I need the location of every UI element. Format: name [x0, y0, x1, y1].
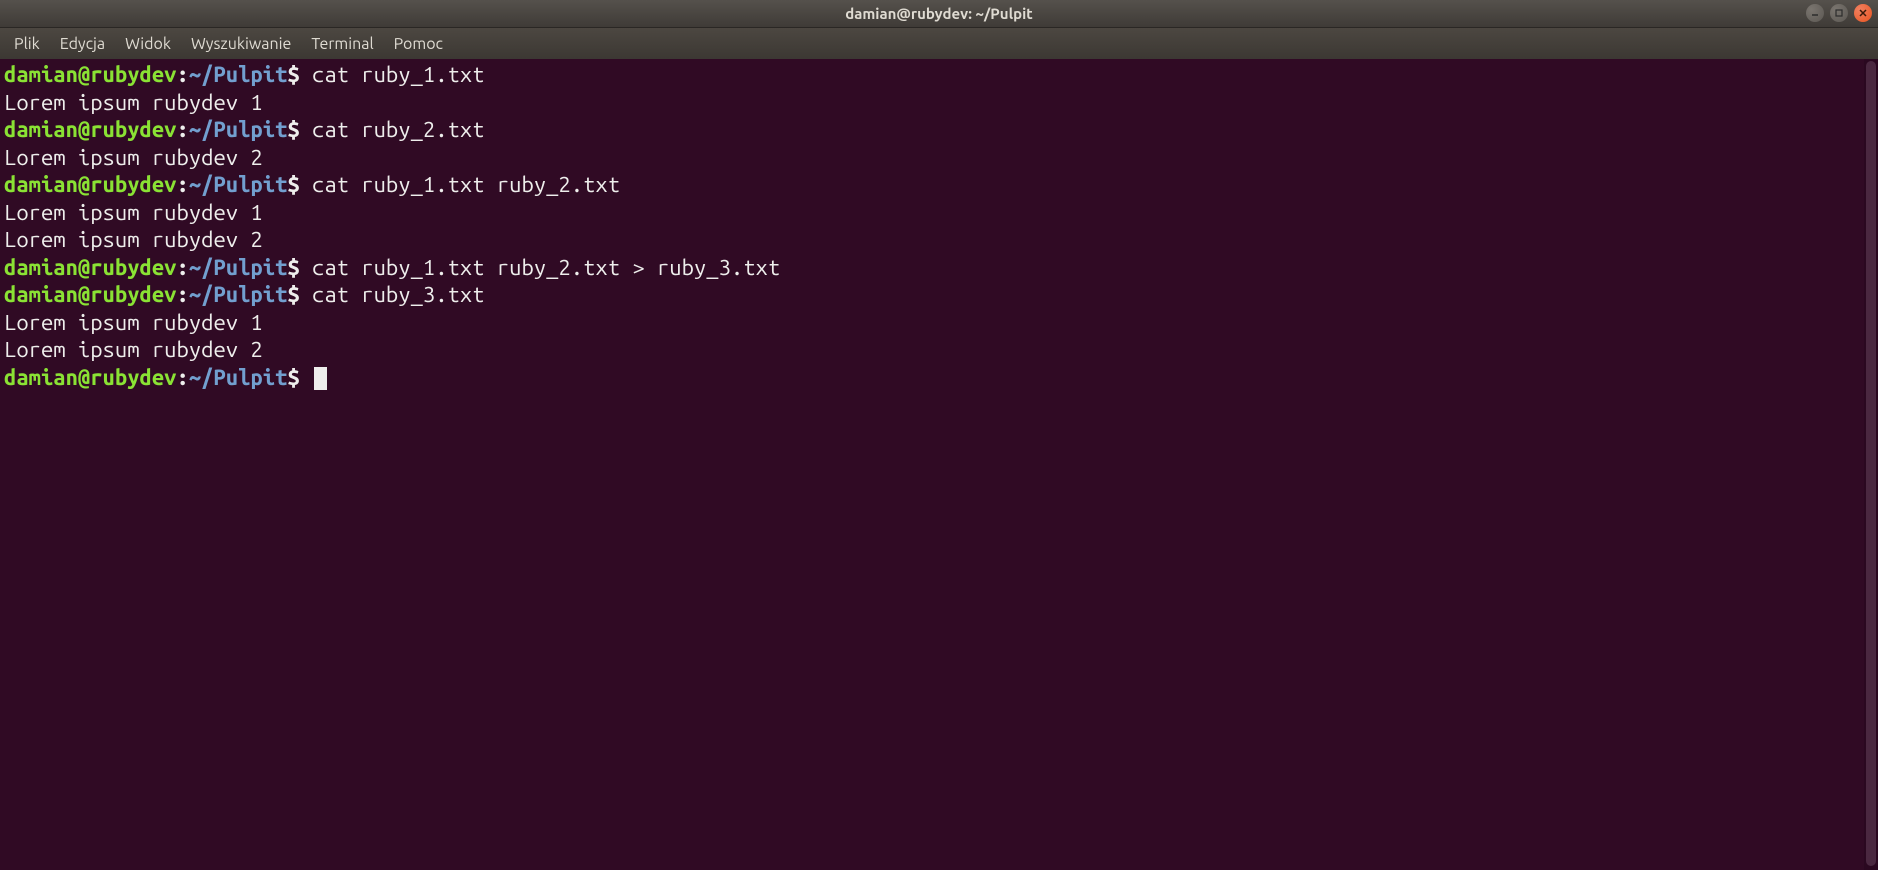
prompt-path: ~/Pulpit [189, 172, 288, 197]
menubar: Plik Edycja Widok Wyszukiwanie Terminal … [0, 28, 1878, 59]
prompt-symbol: $ [287, 62, 312, 87]
terminal-output-line: Lorem ipsum rubydev 2 [4, 226, 1874, 254]
output-text: Lorem ipsum rubydev 2 [4, 227, 263, 252]
terminal-output-line: Lorem ipsum rubydev 2 [4, 336, 1874, 364]
command-text: cat ruby_2.txt [312, 117, 484, 142]
command-text: cat ruby_3.txt [312, 282, 484, 307]
menu-terminal[interactable]: Terminal [301, 31, 383, 57]
menu-edit[interactable]: Edycja [50, 31, 115, 57]
prompt-user-host: damian@rubydev [4, 255, 176, 280]
minimize-icon [1810, 8, 1820, 18]
cursor [314, 367, 327, 390]
command-text: cat ruby_1.txt ruby_2.txt [312, 172, 620, 197]
prompt-symbol: $ [287, 172, 312, 197]
scrollbar-thumb[interactable] [1866, 61, 1876, 866]
prompt-user-host: damian@rubydev [4, 282, 176, 307]
terminal-prompt-line: damian@rubydev:~/Pulpit$ cat ruby_2.txt [4, 116, 1874, 144]
terminal-output[interactable]: damian@rubydev:~/Pulpit$ cat ruby_1.txtL… [0, 59, 1878, 393]
close-button[interactable] [1854, 4, 1872, 22]
terminal-output-line: Lorem ipsum rubydev 1 [4, 309, 1874, 337]
prompt-symbol: $ [287, 282, 312, 307]
prompt-symbol: $ [287, 117, 312, 142]
prompt-separator: : [176, 255, 188, 280]
window-title: damian@rubydev: ~/Pulpit [845, 5, 1032, 22]
prompt-separator: : [176, 282, 188, 307]
terminal-output-line: Lorem ipsum rubydev 2 [4, 144, 1874, 172]
prompt-path: ~/Pulpit [189, 255, 288, 280]
terminal-prompt-line: damian@rubydev:~/Pulpit$ cat ruby_1.txt [4, 61, 1874, 89]
command-text: cat ruby_1.txt [312, 62, 484, 87]
window-controls [1806, 4, 1872, 22]
prompt-user-host: damian@rubydev [4, 117, 176, 142]
terminal-output-line: Lorem ipsum rubydev 1 [4, 199, 1874, 227]
close-icon [1858, 8, 1868, 18]
output-text: Lorem ipsum rubydev 1 [4, 310, 263, 335]
prompt-symbol: $ [287, 255, 312, 280]
prompt-separator: : [176, 365, 188, 390]
menu-search[interactable]: Wyszukiwanie [181, 31, 301, 57]
prompt-separator: : [176, 172, 188, 197]
terminal-output-line: Lorem ipsum rubydev 1 [4, 89, 1874, 117]
prompt-path: ~/Pulpit [189, 62, 288, 87]
command-text: cat ruby_1.txt ruby_2.txt > ruby_3.txt [312, 255, 780, 280]
maximize-button[interactable] [1830, 4, 1848, 22]
output-text: Lorem ipsum rubydev 2 [4, 337, 263, 362]
prompt-user-host: damian@rubydev [4, 62, 176, 87]
prompt-separator: : [176, 62, 188, 87]
prompt-path: ~/Pulpit [189, 282, 288, 307]
terminal-prompt-line: damian@rubydev:~/Pulpit$ cat ruby_3.txt [4, 281, 1874, 309]
terminal-prompt-line: damian@rubydev:~/Pulpit$ cat ruby_1.txt … [4, 171, 1874, 199]
prompt-symbol: $ [287, 365, 312, 390]
output-text: Lorem ipsum rubydev 1 [4, 200, 263, 225]
prompt-path: ~/Pulpit [189, 365, 288, 390]
scrollbar[interactable] [1864, 59, 1878, 870]
menu-view[interactable]: Widok [115, 31, 181, 57]
terminal-prompt-line: damian@rubydev:~/Pulpit$ [4, 364, 1874, 392]
window-titlebar: damian@rubydev: ~/Pulpit [0, 0, 1878, 28]
prompt-user-host: damian@rubydev [4, 172, 176, 197]
prompt-path: ~/Pulpit [189, 117, 288, 142]
minimize-button[interactable] [1806, 4, 1824, 22]
terminal-prompt-line: damian@rubydev:~/Pulpit$ cat ruby_1.txt … [4, 254, 1874, 282]
output-text: Lorem ipsum rubydev 2 [4, 145, 263, 170]
output-text: Lorem ipsum rubydev 1 [4, 90, 263, 115]
prompt-user-host: damian@rubydev [4, 365, 176, 390]
menu-help[interactable]: Pomoc [384, 31, 453, 57]
prompt-separator: : [176, 117, 188, 142]
maximize-icon [1834, 8, 1844, 18]
menu-file[interactable]: Plik [4, 31, 50, 57]
